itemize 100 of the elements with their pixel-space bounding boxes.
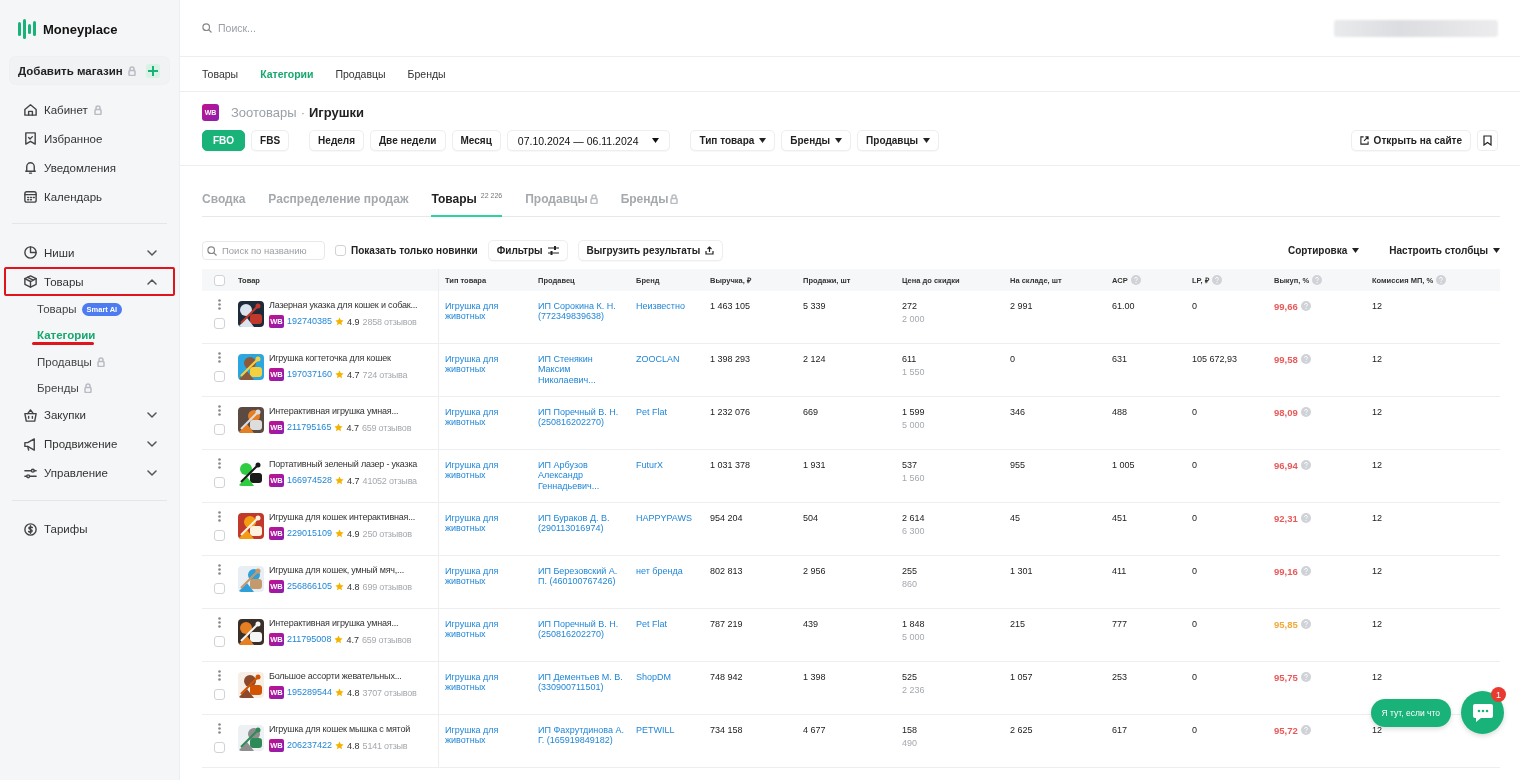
product-type-link[interactable]: Игрушка для животных <box>445 460 526 481</box>
review-count[interactable]: 5141 отзыв <box>362 740 408 751</box>
checkbox[interactable] <box>213 424 225 435</box>
open-site-button[interactable]: Открыть на сайте <box>1350 130 1471 151</box>
filter-chip[interactable]: Неделя <box>309 130 364 151</box>
checkbox[interactable] <box>213 477 225 488</box>
nav-tab[interactable]: Бренды <box>407 68 446 80</box>
seller-link[interactable]: ИП Поречный В. Н. (250816202270) <box>538 619 624 640</box>
brand-link[interactable]: ZOOCLAN <box>636 354 680 365</box>
filter-dropdown[interactable]: Тип товара <box>690 130 776 151</box>
checkbox-label[interactable]: Показать только новинки <box>351 244 478 256</box>
nav-item[interactable]: Ниши <box>4 238 175 267</box>
product-name[interactable]: Лазерная указка для кошек и собак... <box>269 300 418 310</box>
nav-tab[interactable]: Продавцы <box>335 68 386 80</box>
checkbox[interactable] <box>213 583 225 594</box>
seller-link[interactable]: ИП Арбузов Александр Геннадьевич... <box>538 460 624 492</box>
checkbox[interactable] <box>213 530 225 541</box>
bookmark-button[interactable] <box>1477 130 1498 151</box>
add-button[interactable] <box>146 63 160 78</box>
product-type-link[interactable]: Игрушка для животных <box>445 354 526 375</box>
brand-link[interactable]: HAPPYPAWS <box>636 513 692 524</box>
search-field[interactable]: Поиск... <box>218 22 502 34</box>
product-name[interactable]: Игрушка для кошек, умный мяч,... <box>269 565 412 575</box>
logo-text[interactable]: Moneyplace <box>43 21 118 37</box>
brand-link[interactable]: Неизвестно <box>636 301 685 312</box>
review-count[interactable]: 250 отзывов <box>362 528 412 539</box>
nav-item[interactable]: Календарь <box>4 182 175 211</box>
product-name[interactable]: Игрушка для кошек мышка с мятой <box>269 724 411 734</box>
product-type-link[interactable]: Игрушка для животных <box>445 672 526 693</box>
filter-chip[interactable]: Месяц <box>451 130 501 151</box>
review-count[interactable]: 3707 отзывов <box>362 687 417 698</box>
tab[interactable]: Сводка <box>202 192 246 217</box>
columns-dropdown[interactable]: Настроить столбцы <box>1369 244 1500 256</box>
seller-link[interactable]: ИП Бураков Д. В. (290113016974) <box>538 513 624 534</box>
nav-item[interactable]: Товары <box>4 267 175 296</box>
review-count[interactable]: 659 отзывов <box>361 634 412 645</box>
review-count[interactable]: 699 отзывов <box>362 581 412 592</box>
checkbox[interactable] <box>213 689 225 700</box>
product-id-link[interactable]: 211795165 <box>287 422 332 433</box>
product-type-link[interactable]: Игрушка для животных <box>445 513 526 534</box>
checkbox[interactable] <box>213 371 225 382</box>
date-range-picker[interactable]: 07.10.2024 — 06.11.2024 <box>506 130 671 151</box>
export-button[interactable]: Выгрузить результаты <box>577 239 724 261</box>
brand-link[interactable]: нет бренда <box>636 566 683 577</box>
seller-link[interactable]: ИП Стенякин Максим Николаевич... <box>538 354 624 386</box>
product-id-link[interactable]: 192740385 <box>287 316 333 327</box>
product-id-link[interactable]: 229015109 <box>287 528 333 539</box>
product-name[interactable]: Интерактивная игрушка умная... <box>269 406 412 416</box>
seller-link[interactable]: ИП Фахрутдинова А. Г. (165919849182) <box>538 725 624 746</box>
filter-dropdown[interactable]: Бренды <box>781 130 852 151</box>
product-type-link[interactable]: Игрушка для животных <box>445 725 526 746</box>
product-id-link[interactable]: 211795008 <box>287 634 332 645</box>
nav-subitem[interactable]: Бренды <box>0 374 179 401</box>
product-id-link[interactable]: 197037160 <box>287 369 333 380</box>
nav-item[interactable]: Тарифы <box>4 514 175 544</box>
product-name[interactable]: Портативный зеленый лазер - указка <box>269 459 418 469</box>
product-name[interactable]: Игрушка для кошек интерактивная... <box>269 512 416 522</box>
nav-item[interactable]: Избранное <box>4 124 175 153</box>
nav-item[interactable]: Управление <box>4 458 175 488</box>
checkbox[interactable] <box>214 274 225 286</box>
product-id-link[interactable]: 256866105 <box>287 581 333 592</box>
nav-tab[interactable]: Товары <box>202 68 239 80</box>
product-name[interactable]: Игрушка когтеточка для кошек <box>269 353 408 363</box>
product-name[interactable]: Интерактивная игрушка умная... <box>269 618 412 628</box>
filters-button[interactable]: Фильтры <box>487 239 568 261</box>
add-store-card[interactable]: Добавить магазин <box>10 57 169 84</box>
nav-tab[interactable]: Категории <box>260 68 314 80</box>
product-id-link[interactable]: 166974528 <box>287 475 333 486</box>
brand-link[interactable]: Pet Flat <box>636 619 667 630</box>
product-id-link[interactable]: 206237422 <box>287 740 333 751</box>
seller-link[interactable]: ИП Березовский А. П. (460100767426) <box>538 566 624 587</box>
review-count[interactable]: 659 отзывов <box>361 422 412 433</box>
review-count[interactable]: 2858 отзывов <box>362 316 417 327</box>
filter-chip[interactable]: FBO <box>202 130 246 151</box>
filter-chip[interactable]: FBS <box>251 130 290 151</box>
checkbox[interactable] <box>213 636 225 647</box>
seller-link[interactable]: ИП Поречный В. Н. (250816202270) <box>538 407 624 428</box>
product-id-link[interactable]: 195289544 <box>287 687 333 698</box>
brand-link[interactable]: ShopDM <box>636 672 671 683</box>
checkbox[interactable] <box>335 244 346 256</box>
nav-subitem[interactable]: Категории <box>0 322 179 348</box>
brand-link[interactable]: Pet Flat <box>636 407 667 418</box>
review-count[interactable]: 41052 отзыва <box>362 475 417 486</box>
brand-link[interactable]: PETWILL <box>636 725 675 736</box>
nav-item[interactable]: Уведомления <box>4 153 175 182</box>
search-field[interactable]: Поиск по названию <box>202 240 325 260</box>
seller-link[interactable]: ИП Дементьев М. В. (330900711501) <box>538 672 624 693</box>
product-type-link[interactable]: Игрушка для животных <box>445 407 526 428</box>
product-type-link[interactable]: Игрушка для животных <box>445 566 526 587</box>
sort-dropdown[interactable]: Сортировка <box>1268 244 1360 256</box>
filter-dropdown[interactable]: Продавцы <box>857 130 940 151</box>
seller-link[interactable]: ИП Сорокина К. Н. (772349839638) <box>538 301 624 322</box>
review-count[interactable]: 724 отзыва <box>362 369 408 380</box>
product-type-link[interactable]: Игрушка для животных <box>445 619 526 640</box>
tab[interactable]: Продавцы <box>525 192 598 217</box>
chat-hint[interactable]: Я тут, если что <box>1370 698 1451 727</box>
nav-item[interactable]: Кабинет <box>4 95 175 124</box>
tab[interactable]: Бренды <box>620 192 679 217</box>
filter-chip[interactable]: Две недели <box>370 130 446 151</box>
nav-item[interactable]: Продвижение <box>4 429 175 459</box>
